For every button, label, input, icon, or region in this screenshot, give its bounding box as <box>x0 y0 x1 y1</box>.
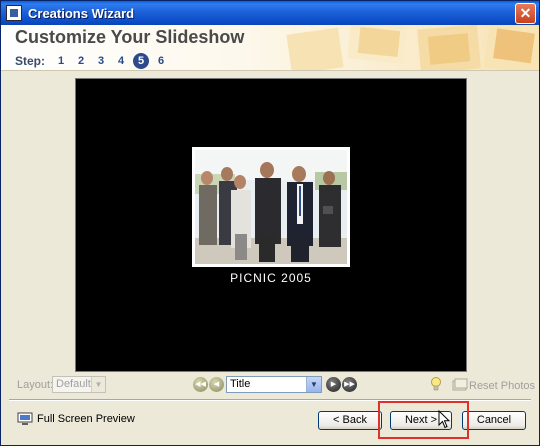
slideshow-preview: PICNIC 2005 <box>75 78 467 372</box>
layout-value: Default <box>56 378 91 390</box>
slide-caption: PICNIC 2005 <box>230 271 312 285</box>
cancel-button-label: Cancel <box>476 414 512 426</box>
creations-wizard-window: Creations Wizard ✕ Customize Your Slides… <box>0 0 540 446</box>
step-4: 4 <box>117 55 125 67</box>
back-button-label: < Back <box>333 414 367 426</box>
next-slide-button[interactable]: ▶ <box>326 377 341 392</box>
step-6: 6 <box>157 55 165 67</box>
back-button[interactable]: < Back <box>318 411 382 430</box>
cancel-button[interactable]: Cancel <box>462 411 526 430</box>
slide-title-value: Title <box>230 378 251 390</box>
slide-title-dropdown[interactable]: Title ▼ <box>226 376 322 393</box>
header-decoration-image <box>286 25 539 70</box>
mouse-cursor-icon <box>438 410 451 429</box>
group-photo-image <box>195 150 347 264</box>
reset-photos-link[interactable]: Reset Photos <box>469 380 535 392</box>
first-slide-button[interactable]: ◀◀ <box>193 377 208 392</box>
app-icon <box>6 5 22 21</box>
step-2: 2 <box>77 55 85 67</box>
last-slide-button[interactable]: ▶▶ <box>342 377 357 392</box>
previous-slide-button[interactable]: ◀ <box>209 377 224 392</box>
window-title: Creations Wizard <box>28 5 135 21</box>
step-5-active: 5 <box>133 53 149 69</box>
monitor-icon <box>17 412 33 425</box>
layout-label: Layout: <box>17 379 54 391</box>
reset-photos-icon[interactable] <box>452 378 468 391</box>
step-3: 3 <box>97 55 105 67</box>
step-label: Step: <box>15 54 45 68</box>
close-button[interactable]: ✕ <box>515 3 536 24</box>
page-title: Customize Your Slideshow <box>15 27 245 47</box>
full-screen-preview-label: Full Screen Preview <box>37 413 135 425</box>
lightbulb-icon[interactable] <box>430 377 442 392</box>
slide-photo <box>192 147 350 267</box>
step-1: 1 <box>57 55 65 67</box>
step-indicator: Step: 1 2 3 4 5 6 <box>15 53 173 69</box>
wizard-header: Customize Your Slideshow Step: 1 2 3 4 5… <box>1 25 539 71</box>
next-button-highlight <box>378 401 469 439</box>
slide-controls: Layout: Default ▼ ◀◀ ◀ Title ▼ ▶ ▶▶ Rese… <box>1 375 539 395</box>
chevron-down-icon: ▼ <box>306 377 321 392</box>
title-bar[interactable]: Creations Wizard ✕ <box>1 1 539 25</box>
chevron-down-icon: ▼ <box>91 377 105 392</box>
layout-dropdown[interactable]: Default ▼ <box>52 376 106 393</box>
full-screen-preview-link[interactable]: Full Screen Preview <box>17 412 135 426</box>
